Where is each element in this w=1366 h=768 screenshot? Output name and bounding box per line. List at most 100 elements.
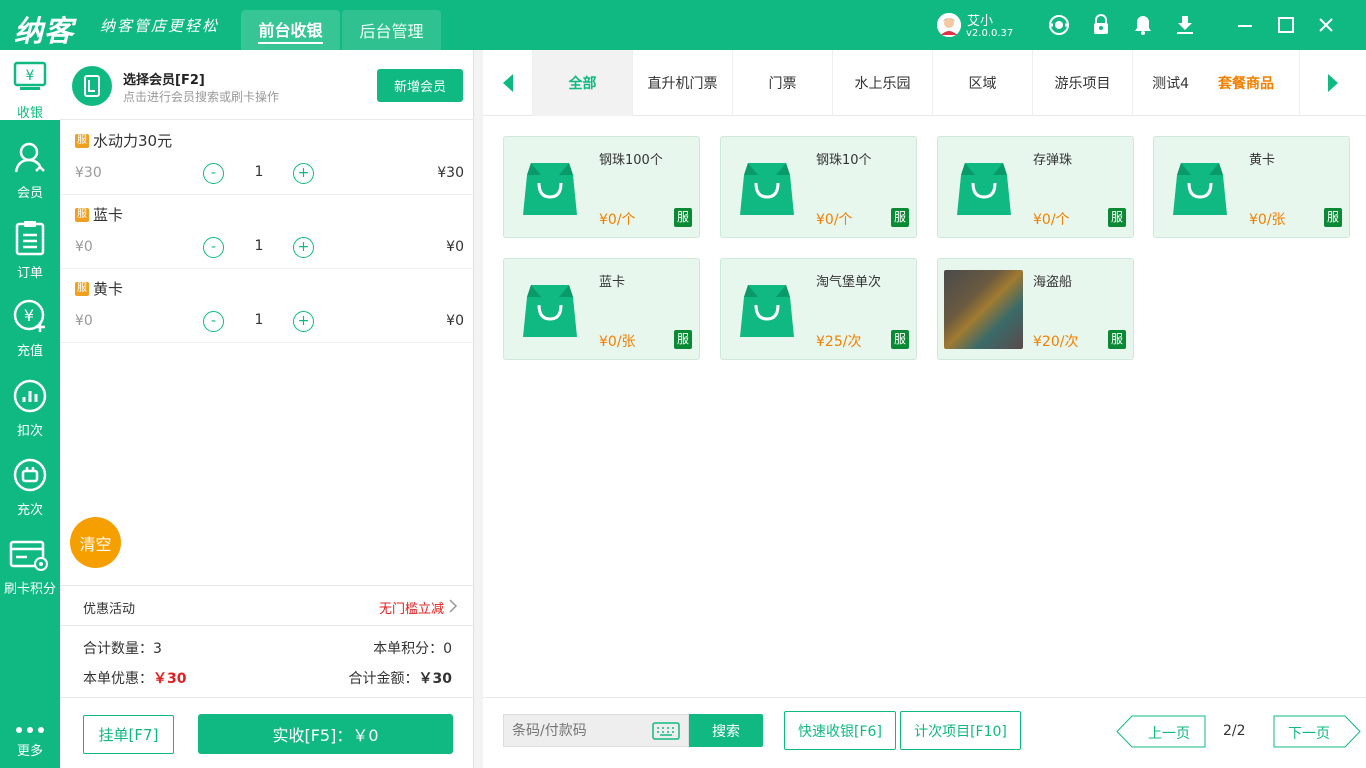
category-tickets[interactable]: 门票 <box>733 50 833 116</box>
item-quantity[interactable]: 1 <box>245 164 273 180</box>
next-page-button[interactable]: 下一页 <box>1273 715 1361 748</box>
cart-panel: 选择会员[F2] 点击进行会员搜索或刷卡操作 新增会员 服 水动力30元 ¥30… <box>60 50 474 768</box>
pay-button[interactable]: 实收[F5]：￥0 <box>198 714 453 754</box>
product-card[interactable]: 钢珠10个 ¥0/个 服 <box>720 136 917 238</box>
sidebar-item-label: 充值 <box>16 344 43 359</box>
product-card[interactable]: 钢珠100个 ¥0/个 服 <box>503 136 700 238</box>
keyboard-icon[interactable] <box>652 722 680 740</box>
sidebar-item-cashier[interactable]: ¥ 收银 <box>0 50 60 121</box>
category-next-icon[interactable] <box>1300 50 1366 116</box>
shopping-bag-icon <box>740 285 794 337</box>
app-version: v2.0.0.37 <box>966 28 1014 39</box>
close-icon[interactable] <box>1314 13 1338 37</box>
points-summary: 本单积分：0 <box>373 641 452 657</box>
minimize-icon[interactable] <box>1233 13 1257 37</box>
count-summary: 合计数量：3 <box>83 641 162 657</box>
chevron-right-icon <box>449 599 458 613</box>
count-items-button[interactable]: 计次项目[F10] <box>900 711 1021 750</box>
product-name: 钢珠10个 <box>816 153 872 168</box>
bottom-toolbar: 搜索 快速收银[F6] 计次项目[F10] 上一页 2/2 下一页 <box>483 697 1366 768</box>
total-count: 3 <box>153 641 162 657</box>
item-price: ¥0 <box>75 313 93 329</box>
increase-button[interactable]: + <box>293 311 314 332</box>
sidebar-item-card-points[interactable]: 刷卡积分 <box>0 526 60 597</box>
add-member-button[interactable]: 新增会员 <box>377 69 463 102</box>
quick-checkout-button[interactable]: 快速收银[F6] <box>784 711 896 750</box>
svg-text:¥: ¥ <box>26 68 35 84</box>
sidebar-item-label: 收银 <box>16 106 43 121</box>
product-price: ¥20/次 <box>1033 334 1079 350</box>
clear-cart-button[interactable]: 清空 <box>70 517 121 568</box>
service-tag: 服 <box>1108 330 1126 349</box>
increase-button[interactable]: + <box>293 237 314 258</box>
prev-page-button[interactable]: 上一页 <box>1116 715 1206 748</box>
product-price: ¥0/张 <box>599 334 636 350</box>
item-price: ¥0 <box>75 239 93 255</box>
search-button[interactable]: 搜索 <box>689 714 763 747</box>
bell-icon[interactable] <box>1131 13 1155 37</box>
svg-text:¥: ¥ <box>24 306 34 325</box>
hold-order-button[interactable]: 挂单[F7] <box>83 715 174 754</box>
category-combo[interactable]: 套餐商品 <box>1193 50 1300 116</box>
item-quantity[interactable]: 1 <box>245 312 273 328</box>
product-card[interactable]: 海盗船 ¥20/次 服 <box>937 258 1134 360</box>
top-bar: 纳客 纳客管店更轻松 前台收银 后台管理 艾小 v2.0.0.37 <box>0 0 1366 50</box>
service-tag: 服 <box>75 134 89 148</box>
product-card[interactable]: 黄卡 ¥0/张 服 <box>1153 136 1350 238</box>
sidebar-item-order[interactable]: 订单 <box>0 210 60 281</box>
download-icon[interactable] <box>1173 13 1197 37</box>
product-price: ¥0/个 <box>816 212 853 228</box>
sidebar-item-recharge[interactable]: ¥ 充值 <box>0 288 60 359</box>
promo-label: 优惠活动 <box>83 602 136 617</box>
sidebar-item-member[interactable]: 会员 <box>0 130 60 201</box>
product-card[interactable]: 存弹珠 ¥0/个 服 <box>937 136 1134 238</box>
cart-item[interactable]: 服 蓝卡 ¥0 - 1 + ¥0 <box>60 195 474 269</box>
tab-front-cashier[interactable]: 前台收银 <box>241 10 340 50</box>
support-icon[interactable] <box>1047 13 1071 37</box>
member-selector[interactable]: 选择会员[F2] 点击进行会员搜索或刷卡操作 新增会员 <box>60 50 474 120</box>
sidebar-item-deduct[interactable]: 扣次 <box>0 368 60 439</box>
service-tag: 服 <box>75 282 89 296</box>
promotion-row[interactable]: 优惠活动 无门槛立减 <box>60 585 474 626</box>
tab-back-management[interactable]: 后台管理 <box>342 10 441 50</box>
service-tag: 服 <box>75 208 89 222</box>
product-name: 海盗船 <box>1033 275 1073 290</box>
cart-item[interactable]: 服 水动力30元 ¥30 - 1 + ¥30 <box>60 121 474 195</box>
category-all[interactable]: 全部 <box>533 50 633 116</box>
maximize-icon[interactable] <box>1274 13 1298 37</box>
user-info[interactable]: 艾小 v2.0.0.37 <box>937 12 1017 42</box>
sidebar-item-label: 扣次 <box>16 424 43 439</box>
shopping-bag-icon <box>523 285 577 337</box>
app-slogan: 纳客管店更轻松 <box>100 17 220 35</box>
category-test4[interactable]: 测试4 <box>1133 50 1193 116</box>
decrease-button[interactable]: - <box>203 237 224 258</box>
category-prev-icon[interactable] <box>483 50 533 116</box>
decrease-button[interactable]: - <box>203 163 224 184</box>
category-helicopter[interactable]: 直升机门票 <box>633 50 733 116</box>
product-name: 淘气堡单次 <box>816 275 882 290</box>
category-area[interactable]: 区域 <box>933 50 1033 116</box>
item-name: 黄卡 <box>93 280 124 298</box>
order-discount: ￥30 <box>153 671 187 687</box>
product-card[interactable]: 淘气堡单次 ¥25/次 服 <box>720 258 917 360</box>
category-water-park[interactable]: 水上乐园 <box>833 50 933 116</box>
decrease-button[interactable]: - <box>203 311 224 332</box>
shopping-bag-icon <box>957 163 1011 215</box>
item-quantity[interactable]: 1 <box>245 238 273 254</box>
product-card[interactable]: 蓝卡 ¥0/张 服 <box>503 258 700 360</box>
recharge-icon: ¥ <box>13 299 45 332</box>
recharge-count-icon <box>13 458 47 492</box>
cart-item[interactable]: 服 黄卡 ¥0 - 1 + ¥0 <box>60 269 474 343</box>
sidebar-item-more[interactable]: 更多 <box>0 718 60 768</box>
lock-icon[interactable] <box>1089 13 1113 37</box>
increase-button[interactable]: + <box>293 163 314 184</box>
category-rides[interactable]: 游乐项目 <box>1033 50 1133 116</box>
search-box <box>503 714 689 747</box>
order-amount: ￥30 <box>418 671 452 687</box>
service-tag: 服 <box>674 208 692 227</box>
sidebar-item-label: 订单 <box>16 266 43 281</box>
sidebar-item-recharge-count[interactable]: 充次 <box>0 447 60 518</box>
barcode-input[interactable] <box>504 715 644 746</box>
item-name: 蓝卡 <box>93 206 124 224</box>
sidebar-item-label: 充次 <box>16 503 43 518</box>
